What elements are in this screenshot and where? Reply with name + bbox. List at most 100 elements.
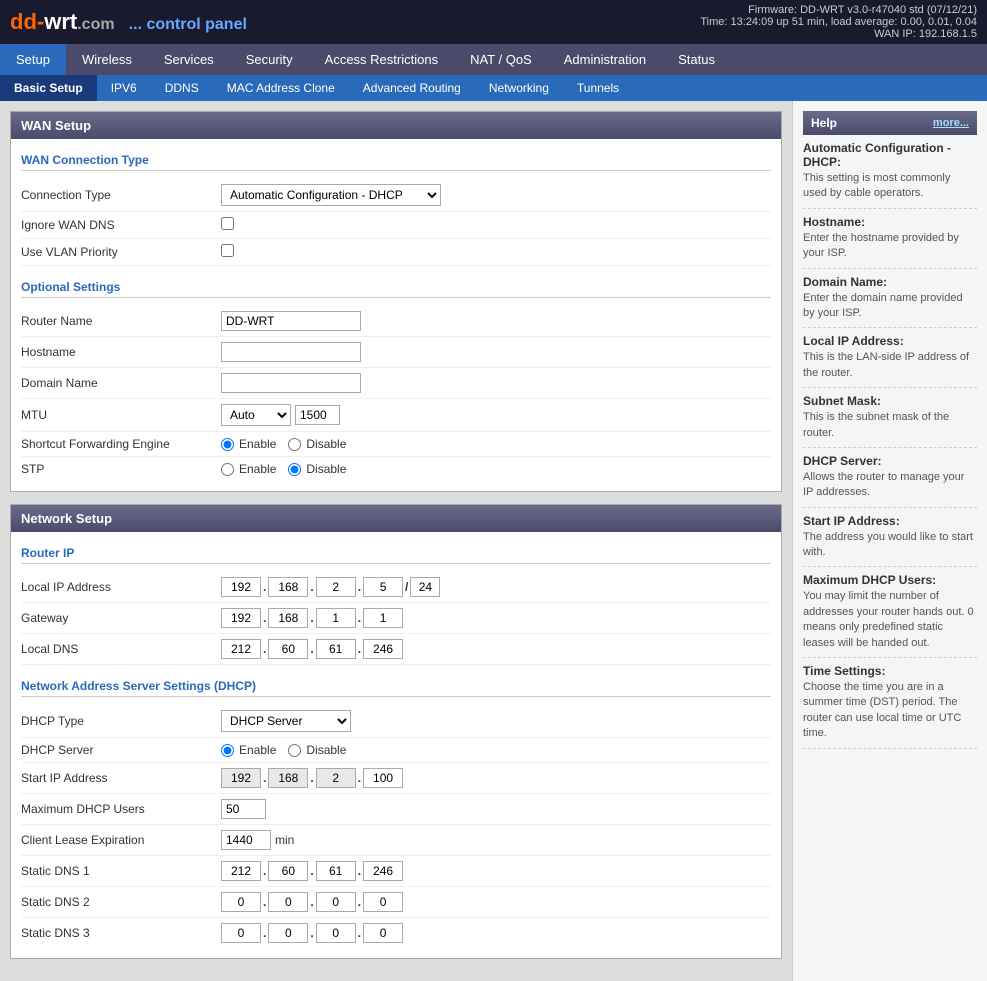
help-item-title-4: Subnet Mask: — [803, 394, 977, 408]
local-ip-b[interactable] — [268, 577, 308, 597]
sfe-disable-radio[interactable] — [288, 438, 301, 451]
gateway-a[interactable] — [221, 608, 261, 628]
help-more-link[interactable]: more... — [933, 117, 969, 129]
domain-name-input[interactable] — [221, 373, 361, 393]
gateway-row: Gateway . . . — [21, 603, 771, 634]
stp-row: STP Enable Disable — [21, 457, 771, 481]
start-ip-a[interactable] — [221, 768, 261, 788]
static-dns2-group: . . . — [221, 892, 771, 912]
local-ip-d[interactable] — [363, 577, 403, 597]
start-ip-b[interactable] — [268, 768, 308, 788]
static-dns3-a[interactable] — [221, 923, 261, 943]
local-ip-prefix[interactable] — [410, 577, 440, 597]
local-ip-c[interactable] — [316, 577, 356, 597]
static-dns1-b[interactable] — [268, 861, 308, 881]
connection-type-select[interactable]: Automatic Configuration - DHCP — [221, 184, 441, 206]
help-item-title-8: Time Settings: — [803, 664, 977, 678]
dhcp-disable-radio[interactable] — [288, 744, 301, 757]
nav-services[interactable]: Services — [148, 44, 230, 75]
mtu-label: MTU — [21, 408, 221, 422]
max-dhcp-users-row: Maximum DHCP Users — [21, 794, 771, 825]
stp-label: STP — [21, 462, 221, 476]
local-dns-a[interactable] — [221, 639, 261, 659]
header-info: Firmware: DD-WRT v3.0-r47040 std (07/12/… — [700, 4, 977, 40]
static-dns1-c[interactable] — [316, 861, 356, 881]
gateway-c[interactable] — [316, 608, 356, 628]
local-dns-d[interactable] — [363, 639, 403, 659]
static-dns1-d[interactable] — [363, 861, 403, 881]
local-dns-c[interactable] — [316, 639, 356, 659]
static-dns1-a[interactable] — [221, 861, 261, 881]
mtu-type-select[interactable]: Auto Manual — [221, 404, 291, 426]
nav-security[interactable]: Security — [230, 44, 309, 75]
stp-enable-radio[interactable] — [221, 463, 234, 476]
subnav-mac-address-clone[interactable]: MAC Address Clone — [213, 75, 349, 101]
dhcp-type-row: DHCP Type DHCP Server — [21, 705, 771, 738]
nav-nat-qos[interactable]: NAT / QoS — [454, 44, 548, 75]
dhcp-server-label: DHCP Server — [21, 743, 221, 757]
subnav-networking[interactable]: Networking — [475, 75, 563, 101]
use-vlan-priority-checkbox[interactable] — [221, 244, 234, 257]
start-ip-d[interactable] — [363, 768, 403, 788]
static-dns2-row: Static DNS 2 . . . — [21, 887, 771, 918]
local-dns-b[interactable] — [268, 639, 308, 659]
nav-wireless[interactable]: Wireless — [66, 44, 148, 75]
subnav-ipv6[interactable]: IPV6 — [97, 75, 151, 101]
nav-setup[interactable]: Setup — [0, 44, 66, 75]
optional-settings-title: Optional Settings — [21, 280, 771, 298]
dhcp-enable-radio[interactable] — [221, 744, 234, 757]
static-dns2-b[interactable] — [268, 892, 308, 912]
wan-setup-body: WAN Connection Type Connection Type Auto… — [11, 139, 781, 491]
dhcp-server-control: Enable Disable — [221, 743, 771, 757]
help-item-0: Automatic Configuration - DHCP:This sett… — [803, 135, 977, 209]
gateway-b[interactable] — [268, 608, 308, 628]
static-dns2-d[interactable] — [363, 892, 403, 912]
local-ip-control: . . . / — [221, 577, 771, 597]
sfe-radio-group: Enable Disable — [221, 437, 771, 451]
dhcp-type-control: DHCP Server — [221, 710, 771, 732]
subnav-ddns[interactable]: DDNS — [151, 75, 213, 101]
mtu-value-input[interactable] — [295, 405, 340, 425]
hostname-control — [221, 342, 771, 362]
nav-administration[interactable]: Administration — [548, 44, 662, 75]
static-dns3-row: Static DNS 3 . . . — [21, 918, 771, 948]
max-dhcp-users-input[interactable] — [221, 799, 266, 819]
network-setup-header: Network Setup — [11, 505, 781, 532]
static-dns3-d[interactable] — [363, 923, 403, 943]
gateway-d[interactable] — [363, 608, 403, 628]
help-item-title-1: Hostname: — [803, 215, 977, 229]
local-ip-group: . . . / — [221, 577, 771, 597]
ignore-wan-dns-checkbox[interactable] — [221, 217, 234, 230]
subnav-basic-setup[interactable]: Basic Setup — [0, 75, 97, 101]
static-dns2-a[interactable] — [221, 892, 261, 912]
subnav-advanced-routing[interactable]: Advanced Routing — [349, 75, 475, 101]
client-lease-input[interactable] — [221, 830, 271, 850]
stp-disable-radio[interactable] — [288, 463, 301, 476]
nav-status[interactable]: Status — [662, 44, 731, 75]
sfe-enable-radio[interactable] — [221, 438, 234, 451]
subnav-tunnels[interactable]: Tunnels — [563, 75, 633, 101]
help-item-text-3: This is the LAN-side IP address of the r… — [803, 350, 977, 381]
start-ip-c[interactable] — [316, 768, 356, 788]
static-dns1-control: . . . — [221, 861, 771, 881]
hostname-input[interactable] — [221, 342, 361, 362]
hostname-row: Hostname — [21, 337, 771, 368]
local-dns-row: Local DNS . . . — [21, 634, 771, 665]
sfe-disable-label: Disable — [288, 437, 346, 451]
nav-access-restrictions[interactable]: Access Restrictions — [309, 44, 454, 75]
local-dns-ip-group: . . . — [221, 639, 771, 659]
max-dhcp-users-label: Maximum DHCP Users — [21, 802, 221, 816]
static-dns3-label: Static DNS 3 — [21, 926, 221, 940]
start-ip-label: Start IP Address — [21, 771, 221, 785]
use-vlan-priority-row: Use VLAN Priority — [21, 239, 771, 266]
local-ip-a[interactable] — [221, 577, 261, 597]
dhcp-enable-label: Enable — [221, 743, 276, 757]
static-dns3-c[interactable] — [316, 923, 356, 943]
dhcp-type-select[interactable]: DHCP Server — [221, 710, 351, 732]
min-label: min — [275, 833, 294, 847]
static-dns2-c[interactable] — [316, 892, 356, 912]
help-item-text-2: Enter the domain name provided by your I… — [803, 291, 977, 322]
static-dns3-b[interactable] — [268, 923, 308, 943]
router-name-input[interactable] — [221, 311, 361, 331]
mtu-group: Auto Manual — [221, 404, 771, 426]
